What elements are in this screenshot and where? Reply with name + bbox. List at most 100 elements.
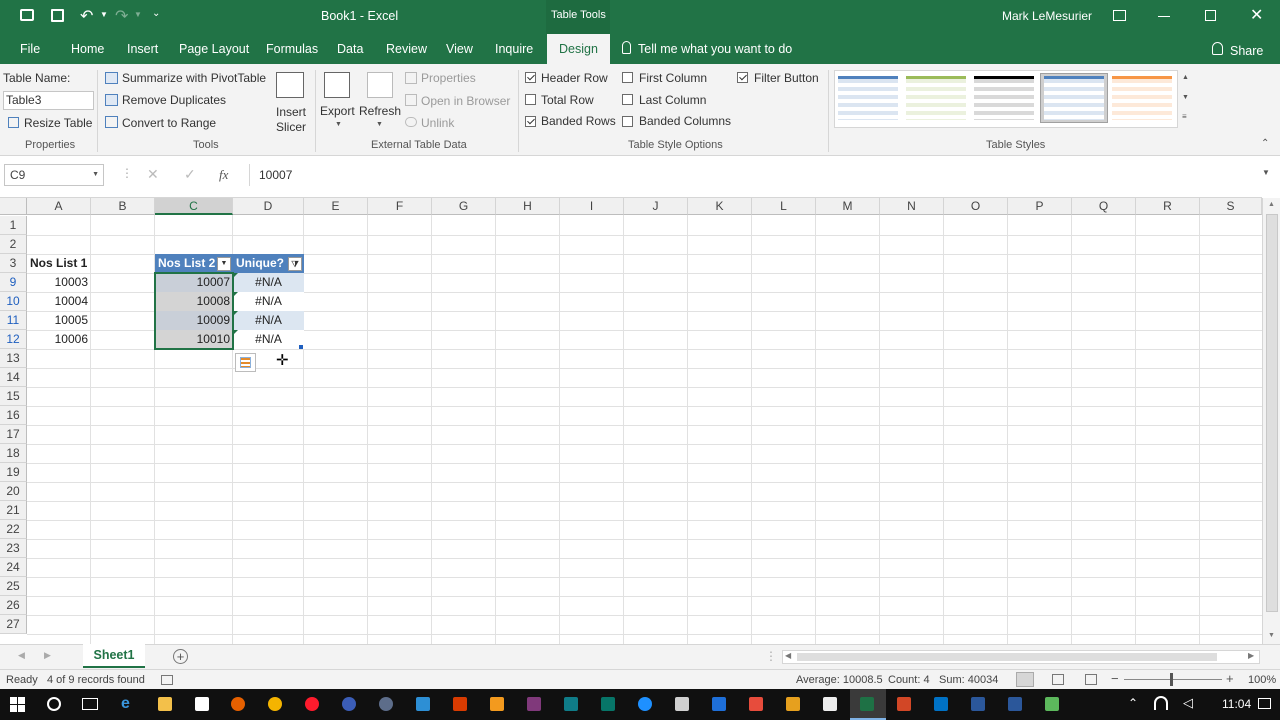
user-name[interactable]: Mark LeMesurier bbox=[1002, 9, 1092, 23]
autosave-icon[interactable] bbox=[20, 9, 34, 21]
first-column-checkbox[interactable] bbox=[622, 72, 633, 83]
remove-duplicates-button[interactable]: Remove Duplicates bbox=[122, 93, 226, 107]
app-icon[interactable] bbox=[564, 697, 578, 711]
onenote-icon[interactable] bbox=[527, 697, 541, 711]
row-header[interactable]: 10 bbox=[0, 292, 27, 311]
row-header[interactable]: 20 bbox=[0, 482, 27, 501]
tab-design[interactable]: Design bbox=[547, 34, 610, 64]
scroll-thumb[interactable] bbox=[1266, 214, 1278, 612]
row-header[interactable]: 16 bbox=[0, 406, 27, 425]
tab-file[interactable]: File bbox=[20, 34, 40, 64]
column-header-n[interactable]: N bbox=[880, 198, 944, 215]
filter-applied-icon[interactable]: ⧩ bbox=[288, 257, 302, 271]
tab-insert[interactable]: Insert bbox=[127, 34, 158, 64]
refresh-button[interactable]: Refresh ▼ bbox=[359, 69, 401, 137]
open-in-browser-button[interactable]: Open in Browser bbox=[421, 94, 510, 108]
excel-icon[interactable] bbox=[860, 697, 874, 711]
page-layout-view-icon[interactable] bbox=[1052, 674, 1064, 685]
chrome-icon[interactable] bbox=[268, 697, 282, 711]
column-header-o[interactable]: O bbox=[944, 198, 1008, 215]
enter-icon[interactable]: ✓ bbox=[184, 166, 196, 183]
app-icon[interactable] bbox=[712, 697, 726, 711]
ribbon-display-icon[interactable] bbox=[1113, 10, 1126, 21]
summarize-pivottable-button[interactable]: Summarize with PivotTable bbox=[122, 71, 266, 85]
table-cell-d[interactable]: #N/A bbox=[233, 330, 304, 349]
column-header-h[interactable]: H bbox=[496, 198, 560, 215]
search-circle-icon[interactable] bbox=[47, 697, 61, 711]
cell-a-value[interactable]: 10006 bbox=[27, 330, 91, 349]
app-icon[interactable] bbox=[453, 697, 467, 711]
column-header-l[interactable]: L bbox=[752, 198, 816, 215]
zoom-level[interactable]: 100% bbox=[1248, 674, 1276, 686]
word-icon[interactable] bbox=[971, 697, 985, 711]
row-header[interactable]: 23 bbox=[0, 539, 27, 558]
publisher-icon[interactable] bbox=[601, 697, 615, 711]
tab-review[interactable]: Review bbox=[386, 34, 427, 64]
macro-record-icon[interactable] bbox=[161, 675, 173, 685]
unlink-button[interactable]: Unlink bbox=[421, 116, 454, 130]
table-cell-d[interactable]: #N/A bbox=[233, 292, 304, 311]
row-header[interactable]: 11 bbox=[0, 311, 27, 330]
undo-icon[interactable]: ↶ bbox=[80, 6, 93, 26]
opera-icon[interactable] bbox=[305, 697, 319, 711]
cell-a-value[interactable]: 10003 bbox=[27, 273, 91, 292]
save-icon[interactable] bbox=[51, 9, 64, 22]
redo-icon[interactable]: ↷ bbox=[115, 6, 128, 26]
undo-dropdown-icon[interactable]: ▼ bbox=[100, 10, 108, 19]
column-header-e[interactable]: E bbox=[304, 198, 368, 215]
task-view-icon[interactable] bbox=[82, 698, 98, 710]
filter-button-checkbox[interactable] bbox=[737, 72, 748, 83]
row-header[interactable]: 13 bbox=[0, 349, 27, 368]
share-button[interactable]: Share bbox=[1230, 36, 1263, 66]
sheet-prev-icon[interactable]: ◀ bbox=[18, 650, 25, 661]
table-style-swatch[interactable] bbox=[838, 76, 898, 120]
qat-customize-icon[interactable]: ⌄ bbox=[152, 8, 160, 19]
firefox-icon[interactable] bbox=[231, 697, 245, 711]
row-header[interactable]: 27 bbox=[0, 615, 27, 634]
app-icon[interactable] bbox=[823, 697, 837, 711]
cell-a-value[interactable]: 10004 bbox=[27, 292, 91, 311]
store-icon[interactable] bbox=[195, 697, 209, 711]
select-all-corner[interactable] bbox=[0, 198, 27, 215]
redo-dropdown-icon[interactable]: ▼ bbox=[134, 10, 142, 19]
column-header-p[interactable]: P bbox=[1008, 198, 1072, 215]
app-icon[interactable] bbox=[379, 697, 393, 711]
cell-a3-header[interactable]: Nos List 1 bbox=[30, 254, 110, 273]
tab-inquire[interactable]: Inquire bbox=[495, 34, 533, 64]
zoom-slider[interactable] bbox=[1124, 679, 1222, 680]
restore-icon[interactable] bbox=[1205, 10, 1216, 21]
export-button[interactable]: Export ▼ bbox=[320, 69, 358, 137]
row-header[interactable]: 19 bbox=[0, 463, 27, 482]
app-icon[interactable] bbox=[675, 697, 689, 711]
sheet-next-icon[interactable]: ▶ bbox=[44, 650, 51, 661]
zoom-in-icon[interactable]: + bbox=[1226, 671, 1234, 686]
row-header[interactable]: 14 bbox=[0, 368, 27, 387]
total-row-checkbox[interactable] bbox=[525, 94, 536, 105]
tell-me-box[interactable]: Tell me what you want to do bbox=[638, 34, 792, 64]
row-header[interactable]: 22 bbox=[0, 520, 27, 539]
header-row-checkbox[interactable] bbox=[525, 72, 536, 83]
normal-view-icon[interactable] bbox=[1016, 672, 1034, 687]
table-cell-d[interactable]: #N/A bbox=[233, 273, 304, 292]
wifi-icon[interactable] bbox=[1154, 696, 1168, 710]
page-break-view-icon[interactable] bbox=[1085, 674, 1097, 685]
volume-icon[interactable]: ◁ bbox=[1183, 695, 1193, 711]
insert-function-icon[interactable]: fx bbox=[219, 167, 228, 183]
row-header[interactable]: 2 bbox=[0, 235, 27, 254]
formula-input[interactable]: 10007 bbox=[249, 164, 1275, 186]
add-sheet-icon[interactable]: + bbox=[173, 649, 188, 664]
app-icon[interactable] bbox=[416, 697, 430, 711]
name-box[interactable]: C9 ▼ bbox=[4, 164, 104, 186]
row-header[interactable]: 9 bbox=[0, 273, 27, 292]
table-resize-handle[interactable] bbox=[299, 345, 303, 349]
gallery-more-icon[interactable]: ≡ bbox=[1182, 112, 1187, 121]
column-header-q[interactable]: Q bbox=[1072, 198, 1136, 215]
column-header-i[interactable]: I bbox=[560, 198, 624, 215]
scroll-up-icon[interactable]: ▲ bbox=[1268, 201, 1275, 208]
table-style-swatch[interactable] bbox=[906, 76, 966, 120]
hscroll-thumb[interactable] bbox=[797, 653, 1217, 661]
column-header-b[interactable]: B bbox=[91, 198, 155, 215]
powerpoint-icon[interactable] bbox=[897, 697, 911, 711]
banded-rows-checkbox[interactable] bbox=[525, 116, 536, 127]
hscroll-left-icon[interactable]: ◀ bbox=[785, 651, 791, 660]
